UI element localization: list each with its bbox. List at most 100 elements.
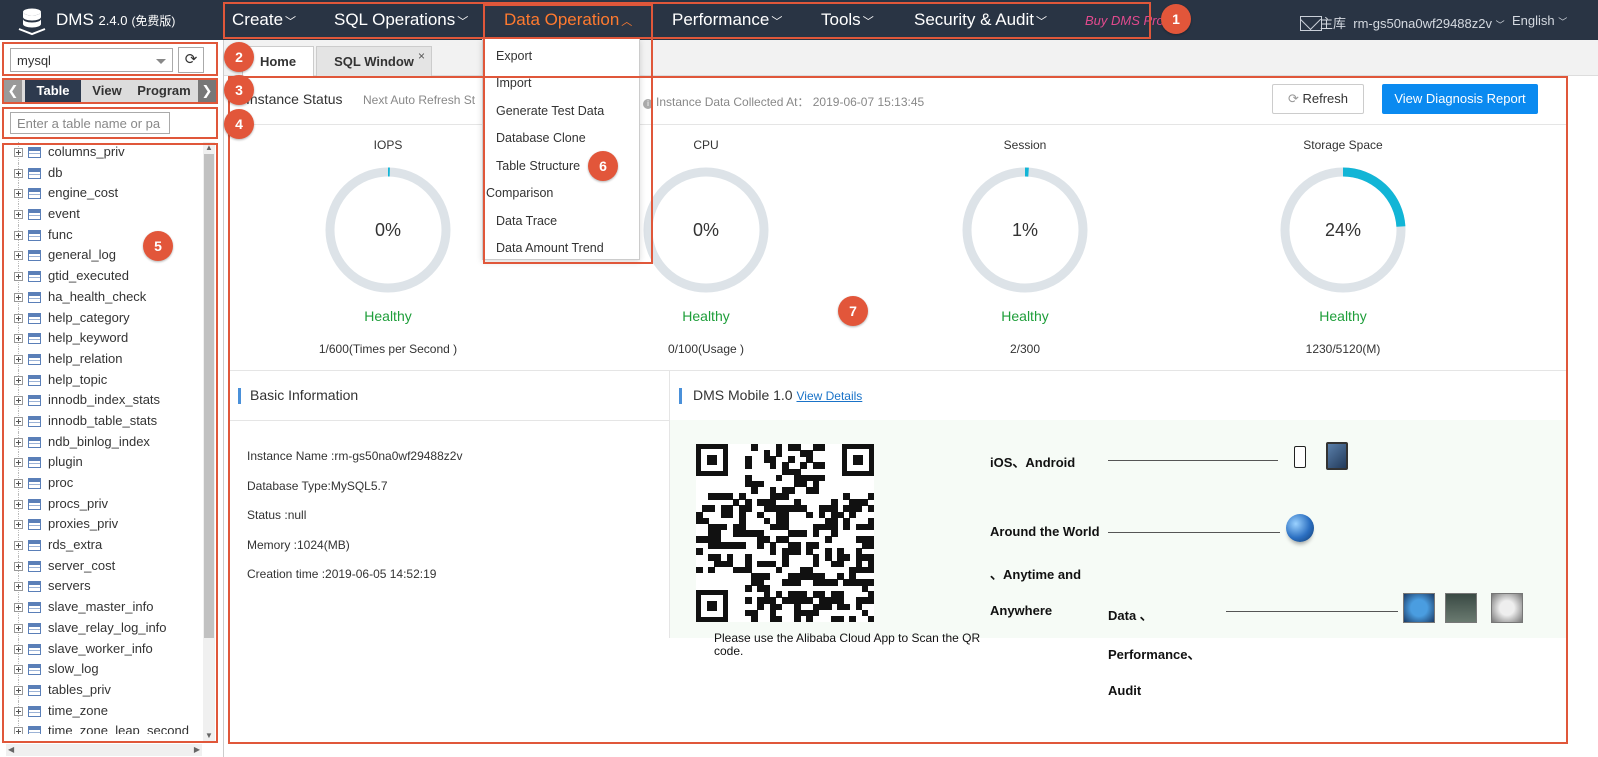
expand-icon[interactable] xyxy=(14,644,23,654)
expand-icon[interactable] xyxy=(14,375,23,385)
expand-icon[interactable] xyxy=(14,665,23,675)
tab-view[interactable]: View xyxy=(84,80,130,102)
expand-icon[interactable] xyxy=(14,520,23,530)
expand-icon[interactable] xyxy=(14,313,23,323)
view-diagnosis-report-button[interactable]: View Diagnosis Report xyxy=(1382,84,1538,114)
menu-item-table-structure[interactable]: Table Structure xyxy=(496,159,580,173)
nav-sql-operations[interactable]: SQL Operations ﹀ xyxy=(334,0,468,40)
expand-icon[interactable] xyxy=(14,499,23,509)
expand-icon[interactable] xyxy=(14,189,23,199)
tab-program[interactable]: Program xyxy=(134,80,194,102)
table-row[interactable]: slow_log xyxy=(6,659,202,680)
expand-icon[interactable] xyxy=(14,479,23,488)
top-navigation-bar: DMS 2.4.0 (免费版) Create ﹀ SQL Operations ﹀ D… xyxy=(0,0,1598,40)
scroll-right-icon[interactable]: ▶ xyxy=(194,744,200,756)
expand-icon[interactable] xyxy=(14,354,23,364)
scroll-left-icon[interactable]: ◀ xyxy=(8,744,14,756)
language-selector[interactable]: English ﹀ xyxy=(1512,13,1567,28)
nav-label: Security & Audit xyxy=(914,10,1035,29)
chevron-left-icon[interactable]: ❮ xyxy=(4,80,22,102)
table-row[interactable]: help_relation xyxy=(6,348,202,370)
table-row[interactable]: innodb_index_stats xyxy=(6,390,202,411)
expand-icon[interactable] xyxy=(14,437,23,447)
expand-icon[interactable] xyxy=(14,561,23,571)
expand-icon[interactable] xyxy=(14,541,23,551)
nav-performance[interactable]: Performance ﹀ xyxy=(672,0,782,40)
instance-selector[interactable]: 主库 rm-gs50na0wf29488z2v ﹀ xyxy=(1320,13,1505,32)
table-row[interactable]: time_zone_leap_second xyxy=(6,721,202,734)
expand-icon[interactable] xyxy=(14,230,23,240)
nav-label: Tools xyxy=(821,10,861,29)
table-row[interactable]: proc xyxy=(6,473,202,494)
expand-icon[interactable] xyxy=(14,458,23,468)
table-row[interactable]: procs_priv xyxy=(6,493,202,515)
expand-icon[interactable] xyxy=(14,334,23,344)
refresh-button[interactable]: ⟳ Refresh xyxy=(1272,84,1364,114)
nav-data-operation[interactable]: Data Operation ︿ xyxy=(484,0,650,40)
qr-module xyxy=(745,505,752,512)
expand-icon[interactable] xyxy=(14,727,23,734)
tree-horizontal-scrollbar[interactable]: ◀ ▶ xyxy=(6,744,202,756)
refresh-database-button[interactable]: ⟳ xyxy=(178,47,204,73)
table-row[interactable]: ha_health_check xyxy=(6,286,202,308)
table-row[interactable]: plugin xyxy=(6,452,202,473)
expand-icon[interactable] xyxy=(14,148,23,157)
menu-item-comparison[interactable]: Comparison xyxy=(486,186,553,200)
table-row[interactable]: columns_priv xyxy=(6,142,202,163)
table-row[interactable]: engine_cost xyxy=(6,183,202,205)
nav-tools[interactable]: Tools ﹀ xyxy=(821,0,874,40)
expand-icon[interactable] xyxy=(14,251,23,261)
menu-item-data-amount-trend[interactable]: Data Amount Trend xyxy=(496,241,604,255)
table-row[interactable]: help_keyword xyxy=(6,328,202,349)
expand-icon[interactable] xyxy=(14,292,23,302)
menu-item-generate-test-data[interactable]: Generate Test Data xyxy=(496,104,604,118)
database-select[interactable]: mysql xyxy=(10,48,173,72)
expand-icon[interactable] xyxy=(14,706,23,716)
table-row[interactable]: event xyxy=(6,204,202,225)
close-icon[interactable]: × xyxy=(418,41,425,71)
table-row[interactable]: server_cost xyxy=(6,555,202,577)
nav-create[interactable]: Create ﹀ xyxy=(232,0,296,40)
expand-icon[interactable] xyxy=(14,272,23,282)
chevron-right-icon[interactable]: ❯ xyxy=(198,80,216,102)
table-row[interactable]: help_topic xyxy=(6,369,202,391)
expand-icon[interactable] xyxy=(14,168,23,178)
expand-icon[interactable] xyxy=(14,396,23,406)
menu-item-import[interactable]: Import xyxy=(496,76,531,90)
mail-icon[interactable] xyxy=(1300,16,1322,31)
expand-icon[interactable] xyxy=(14,603,23,613)
table-row[interactable]: help_category xyxy=(6,307,202,329)
table-row[interactable]: innodb_table_stats xyxy=(6,410,202,432)
table-icon xyxy=(28,291,41,303)
expand-icon[interactable] xyxy=(14,416,23,426)
table-row[interactable]: rds_extra xyxy=(6,535,202,556)
table-row[interactable]: slave_master_info xyxy=(6,597,202,618)
expand-icon[interactable] xyxy=(14,210,23,220)
menu-item-export[interactable]: Export xyxy=(496,49,532,63)
expand-icon[interactable] xyxy=(14,685,23,695)
tab-sql-window[interactable]: SQL Window × xyxy=(316,46,432,76)
menu-item-database-clone[interactable]: Database Clone xyxy=(496,131,586,145)
buy-dms-pro-link[interactable]: Buy DMS Pro xyxy=(1085,13,1164,28)
table-row[interactable]: db xyxy=(6,162,202,184)
tab-table[interactable]: Table xyxy=(25,80,81,102)
view-details-link[interactable]: View Details xyxy=(796,389,862,403)
menu-item-data-trace[interactable]: Data Trace xyxy=(496,214,557,228)
table-row[interactable]: tables_priv xyxy=(6,679,202,701)
scroll-up-icon[interactable]: ▲ xyxy=(203,142,215,154)
tree-vertical-scrollbar[interactable]: ▲ ▼ xyxy=(203,142,215,742)
table-row[interactable]: slave_relay_log_info xyxy=(6,617,202,639)
table-row[interactable]: servers xyxy=(6,576,202,598)
expand-icon[interactable] xyxy=(14,582,23,592)
expand-icon[interactable] xyxy=(14,623,23,633)
table-row[interactable]: slave_worker_info xyxy=(6,638,202,660)
table-row[interactable]: proxies_priv xyxy=(6,514,202,536)
nav-security-audit[interactable]: Security & Audit ﹀ xyxy=(914,0,1047,40)
table-row[interactable]: ndb_binlog_index xyxy=(6,431,202,453)
table-search-input[interactable] xyxy=(10,112,170,134)
table-row[interactable]: gtid_executed xyxy=(6,266,202,287)
scroll-down-icon[interactable]: ▼ xyxy=(203,730,215,742)
table-row[interactable]: time_zone xyxy=(6,700,202,722)
divider xyxy=(228,370,1566,371)
scrollbar-thumb[interactable] xyxy=(204,154,214,638)
